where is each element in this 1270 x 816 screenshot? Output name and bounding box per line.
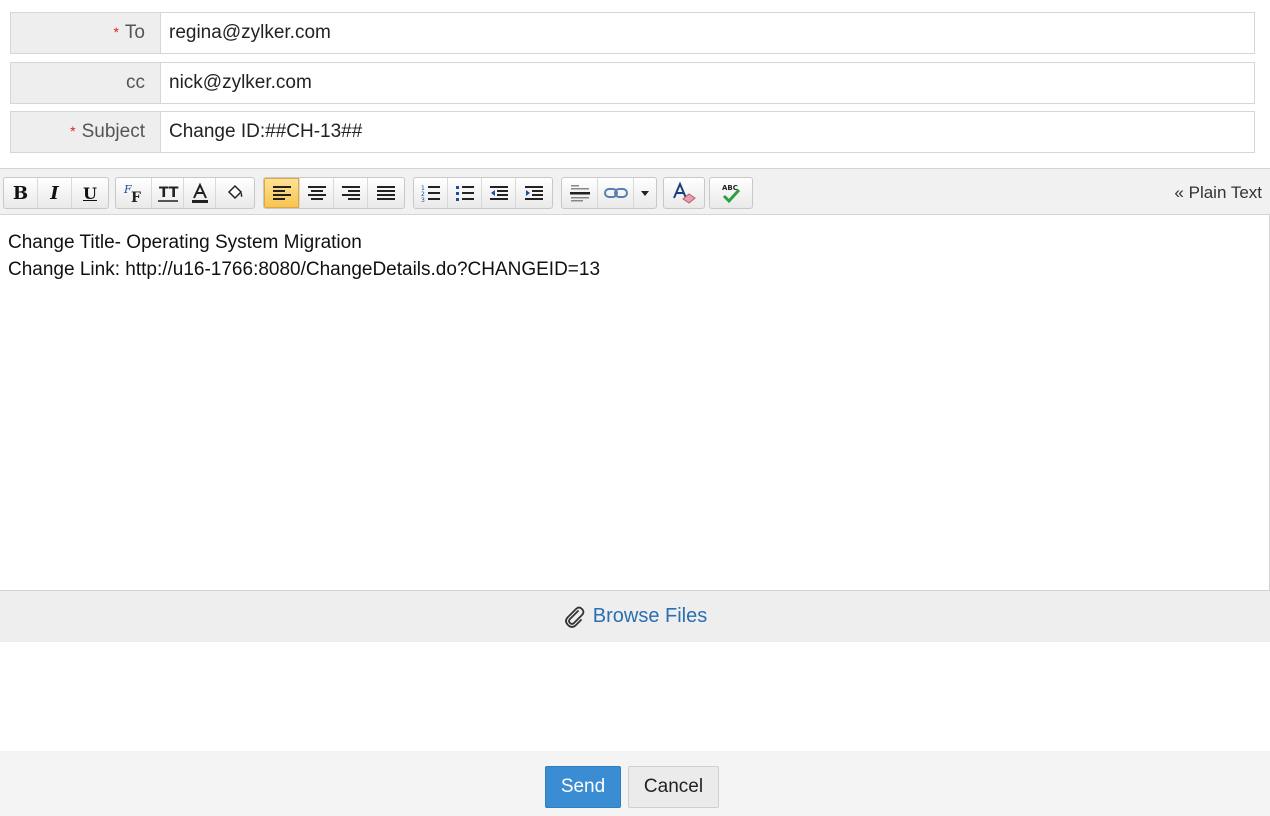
indent-icon: [525, 186, 543, 200]
bold-button[interactable]: B: [4, 178, 38, 208]
text-color-button[interactable]: [184, 178, 216, 208]
text-style-group: B I U: [3, 177, 109, 209]
required-marker: *: [70, 123, 76, 139]
outdent-icon: [489, 186, 508, 200]
spellcheck-group: ABC: [709, 177, 753, 209]
send-button[interactable]: Send: [545, 766, 621, 808]
link-button[interactable]: [598, 178, 634, 208]
unordered-list-icon: [455, 186, 474, 201]
svg-text:3: 3: [421, 197, 425, 203]
clear-format-button[interactable]: [664, 178, 704, 208]
to-input[interactable]: [161, 13, 1254, 53]
font-size-button[interactable]: TT: [152, 178, 184, 208]
svg-text:TT: TT: [159, 185, 179, 201]
editor-line: Change Link: http://u16-1766:8080/Change…: [8, 259, 601, 280]
font-family-icon: F F: [123, 183, 141, 205]
subject-input[interactable]: [161, 112, 1254, 152]
align-justify-icon: [377, 186, 395, 200]
align-right-button[interactable]: [334, 178, 368, 208]
ordered-list-icon: 1 2 3: [421, 185, 440, 203]
message-editor[interactable]: Change Title- Operating System Migration…: [0, 215, 1270, 591]
align-left-icon: [272, 186, 291, 200]
italic-button[interactable]: I: [38, 178, 72, 208]
subject-label-cell: * Subject: [11, 112, 161, 152]
to-label-cell: * To: [11, 13, 161, 53]
paperclip-icon: [564, 606, 585, 628]
required-marker: *: [113, 24, 119, 40]
indent-button[interactable]: [516, 178, 552, 208]
font-family-button[interactable]: F F: [116, 178, 152, 208]
align-center-icon: [307, 186, 326, 200]
background-color-icon: [227, 184, 243, 200]
horizontal-rule-button[interactable]: [562, 178, 598, 208]
insert-group: [561, 177, 657, 209]
text-color-icon: [191, 182, 208, 203]
to-row: * To: [10, 12, 1255, 54]
cc-label-cell: cc: [11, 63, 161, 103]
link-icon: [603, 188, 628, 198]
list-group: 1 2 3: [413, 177, 553, 209]
more-dropdown-icon: [641, 191, 649, 196]
align-right-icon: [341, 186, 360, 200]
outdent-button[interactable]: [482, 178, 516, 208]
align-center-button[interactable]: [300, 178, 334, 208]
subject-label: Subject: [81, 121, 145, 142]
cancel-button[interactable]: Cancel: [628, 766, 719, 808]
browse-files-link[interactable]: Browse Files: [563, 605, 707, 629]
to-label: To: [124, 22, 145, 43]
attachment-bar: Browse Files: [0, 591, 1270, 642]
spellcheck-icon-text: ABC: [722, 184, 738, 192]
svg-text:F: F: [131, 190, 141, 205]
editor-toolbar: B I U F F TT 1 2 3 ABC « Plain Text: [0, 168, 1270, 215]
italic-icon: I: [50, 182, 59, 204]
font-size-icon: TT: [157, 185, 179, 202]
spellcheck-icon: ABC: [722, 184, 741, 204]
action-footer: Send Cancel: [0, 751, 1270, 816]
clear-format-icon: [673, 181, 696, 204]
align-justify-button[interactable]: [368, 178, 404, 208]
subject-row: * Subject: [10, 111, 1255, 153]
ordered-list-button[interactable]: 1 2 3: [414, 178, 448, 208]
font-group: F F TT: [115, 177, 255, 209]
alignment-group: [263, 177, 405, 209]
clear-format-group: [663, 177, 705, 209]
horizontal-rule-icon: [569, 185, 590, 202]
cc-label: cc: [126, 72, 145, 93]
browse-files-label: Browse Files: [592, 605, 708, 627]
bold-icon: B: [12, 182, 29, 204]
cc-input[interactable]: [161, 63, 1254, 103]
spellcheck-button[interactable]: ABC: [710, 178, 752, 208]
underline-button[interactable]: U: [72, 178, 108, 208]
unordered-list-button[interactable]: [448, 178, 482, 208]
editor-line: Change Title- Operating System Migration: [8, 232, 362, 253]
background-color-button[interactable]: [216, 178, 254, 208]
more-dropdown-button[interactable]: [634, 178, 656, 208]
align-left-button[interactable]: [264, 178, 300, 208]
cc-row: cc: [10, 62, 1255, 104]
underline-icon: U: [83, 183, 97, 203]
plain-text-toggle[interactable]: « Plain Text: [1174, 183, 1262, 203]
